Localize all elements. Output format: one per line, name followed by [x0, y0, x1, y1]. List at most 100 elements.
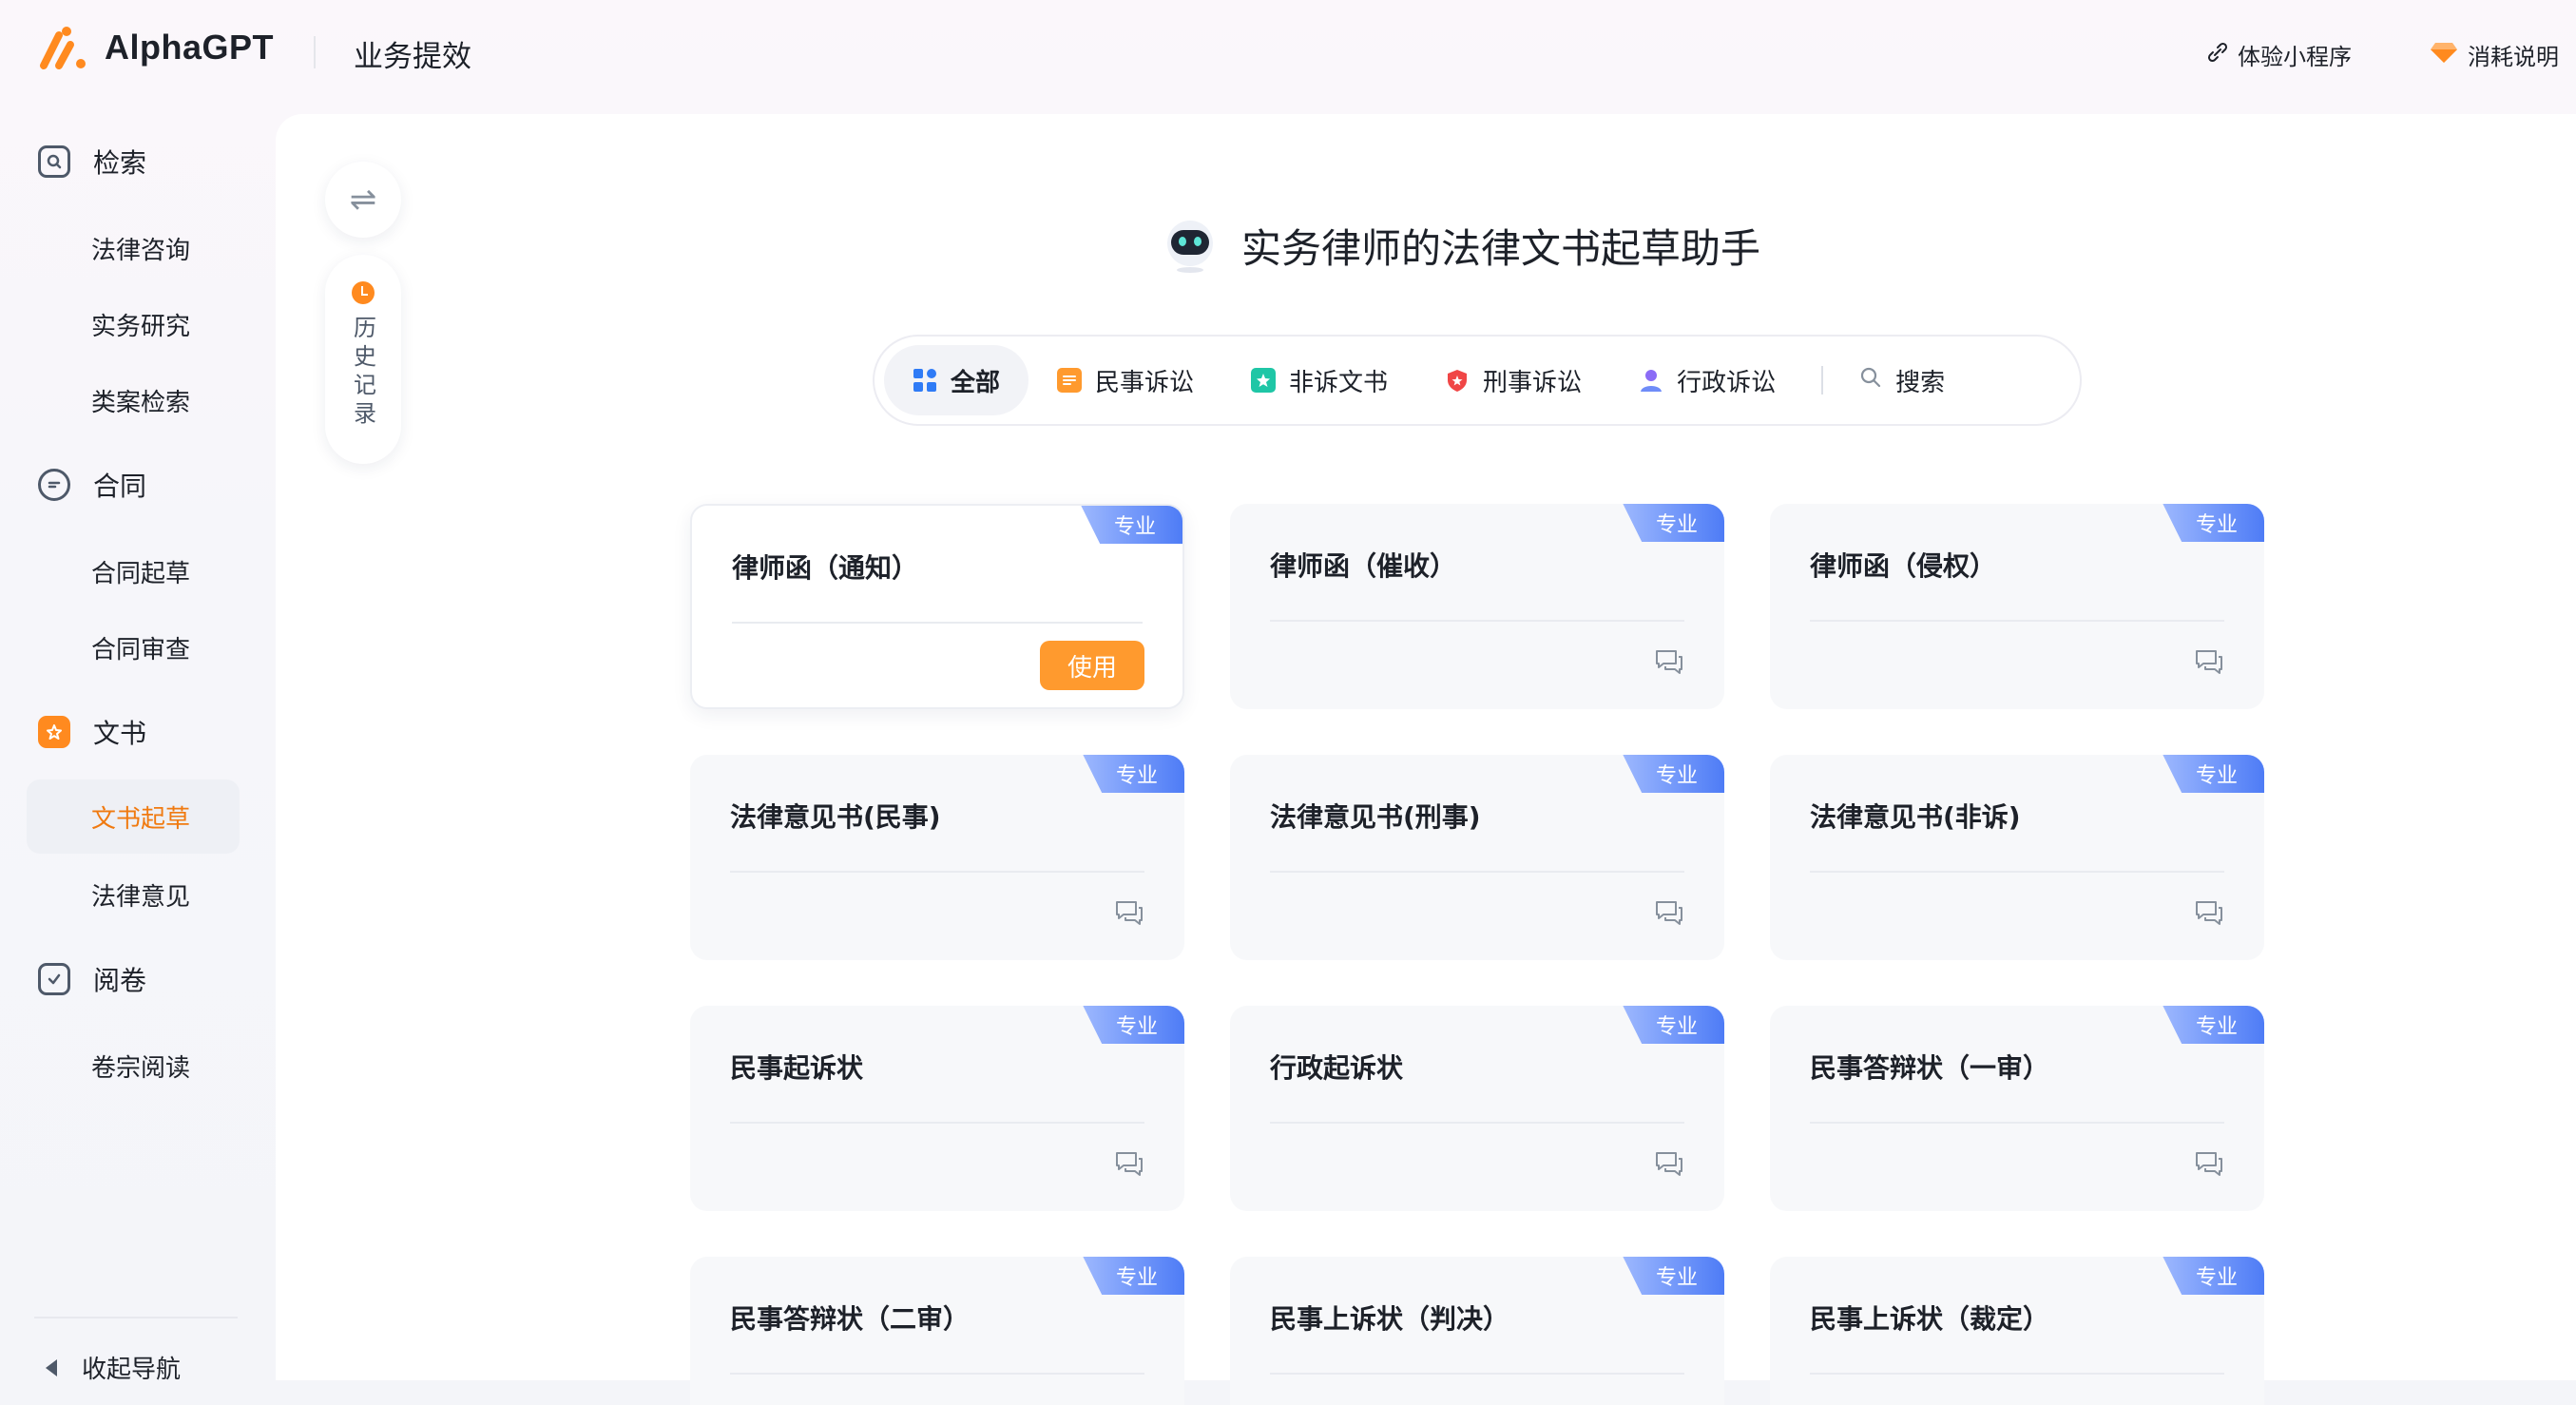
sidebar-item-legal-consult[interactable]: 法律咨询: [27, 211, 240, 285]
template-card[interactable]: 专业 民事起诉状: [690, 1006, 1184, 1211]
robot-avatar-icon: [1160, 215, 1221, 276]
card-title: 民事起诉状: [730, 1052, 864, 1084]
card-title: 民事上诉状（裁定）: [1810, 1303, 2050, 1335]
tab-all[interactable]: 全部: [884, 345, 1029, 415]
pro-badge: 专业: [1083, 1257, 1184, 1295]
star-doc-icon: [38, 716, 70, 748]
template-card[interactable]: 专业 行政起诉状: [1230, 1006, 1724, 1211]
sidebar-item-practice-research[interactable]: 实务研究: [27, 287, 240, 361]
search-label: 搜索: [1895, 368, 1946, 397]
nav-group-contract[interactable]: 合同: [38, 466, 146, 504]
collapse-arrow-icon: [46, 1358, 57, 1376]
chat-icon: [1656, 650, 1682, 674]
sidebar-item-contract-review[interactable]: 合同审查: [27, 610, 240, 684]
pro-badge: 专业: [1083, 1006, 1184, 1044]
card-divider: [1810, 1373, 2224, 1375]
template-card[interactable]: 专业 民事上诉状（判决）: [1230, 1257, 1724, 1405]
document-icon: [1057, 368, 1083, 393]
template-card[interactable]: 专业 民事上诉状（裁定）: [1770, 1257, 2264, 1405]
chat-icon: [2196, 1152, 2222, 1176]
consumption-label: 消耗说明: [2468, 44, 2559, 70]
tab-criminal-litigation[interactable]: 刑事诉讼: [1416, 345, 1610, 415]
top-header: AlphaGPT 业务提效 体验小程序 消耗说明: [0, 0, 2576, 114]
template-card[interactable]: 专业 民事答辩状（一审）: [1770, 1006, 2264, 1211]
search-button[interactable]: 搜索: [1840, 345, 1964, 415]
header-divider: [314, 36, 316, 68]
chat-icon: [1116, 901, 1143, 925]
tab-administrative-litigation[interactable]: 行政诉讼: [1610, 345, 1804, 415]
shield-icon: [1445, 368, 1470, 393]
chat-icon: [2196, 650, 2222, 674]
sidebar-item-doc-draft[interactable]: 文书起草: [27, 779, 240, 854]
consumption-link[interactable]: 消耗说明: [2430, 38, 2559, 71]
star-badge-icon: [1251, 368, 1277, 393]
card-title: 民事上诉状（判决）: [1270, 1303, 1510, 1335]
card-divider: [1270, 871, 1684, 873]
pro-badge: 专业: [1623, 1257, 1724, 1295]
template-card[interactable]: 专业 律师函（通知） 使用: [690, 504, 1184, 709]
history-button[interactable]: 历史记录: [325, 255, 401, 464]
tab-label: 民事诉讼: [1095, 368, 1195, 397]
collapse-nav-button[interactable]: 收起导航: [46, 1350, 181, 1385]
chat-icon: [1656, 1152, 1682, 1176]
pro-badge: 专业: [2163, 755, 2264, 793]
section-title: 业务提效: [354, 40, 471, 74]
card-divider: [1810, 871, 2224, 873]
card-title: 民事答辩状（二审）: [730, 1303, 971, 1335]
pro-badge: 专业: [1623, 755, 1724, 793]
card-title: 律师函（催收）: [1270, 550, 1457, 582]
template-card[interactable]: 专业 民事答辩状（二审）: [690, 1257, 1184, 1405]
sidebar-item-case-search[interactable]: 类案检索: [27, 363, 240, 437]
pro-badge: 专业: [1623, 504, 1724, 542]
checkbox-icon: [38, 963, 70, 995]
tab-civil-litigation[interactable]: 民事诉讼: [1028, 345, 1222, 415]
nav-group-review[interactable]: 阅卷: [38, 960, 146, 998]
sidebar-item-contract-draft[interactable]: 合同起草: [27, 534, 240, 608]
sidebar-item-legal-opinion[interactable]: 法律意见: [27, 857, 240, 932]
search-icon: [1859, 366, 1882, 395]
sidebar-divider: [34, 1317, 238, 1318]
pro-badge: 专业: [2163, 1257, 2264, 1295]
template-card[interactable]: 专业 法律意见书(非诉): [1770, 755, 2264, 960]
card-divider: [1810, 620, 2224, 622]
card-divider: [1270, 1373, 1684, 1375]
grid-icon: [913, 368, 937, 393]
template-card[interactable]: 专业 法律意见书(刑事): [1230, 755, 1724, 960]
hero-title: 实务律师的法律文书起草助手: [1241, 224, 1761, 272]
mini-program-link[interactable]: 体验小程序: [2207, 38, 2352, 71]
nav-group-documents[interactable]: 文书: [38, 713, 146, 751]
brand-logo[interactable]: AlphaGPT: [38, 21, 274, 74]
use-button[interactable]: 使用: [1040, 641, 1144, 690]
search-box-icon: [38, 145, 70, 178]
template-card[interactable]: 专业 律师函（侵权）: [1770, 504, 2264, 709]
card-divider: [732, 622, 1143, 624]
history-label: 历史记录: [349, 316, 376, 430]
card-title: 民事答辩状（一审）: [1810, 1052, 2050, 1084]
tab-label: 非诉文书: [1289, 368, 1389, 397]
card-title: 法律意见书(刑事): [1270, 801, 1481, 833]
tab-non-litigation[interactable]: 非诉文书: [1222, 345, 1416, 415]
swap-icon[interactable]: ⇌: [325, 162, 401, 238]
template-card[interactable]: 专业 法律意见书(民事): [690, 755, 1184, 960]
nav-group-search[interactable]: 检索: [38, 143, 146, 181]
brand-name: AlphaGPT: [105, 28, 275, 67]
pro-badge: 专业: [1081, 506, 1182, 544]
main-panel: ⇌ 历史记录 实务律师的法律文书起草助手 全部 民事诉讼 非诉文书 刑事诉讼 行…: [276, 114, 2576, 1405]
card-title: 律师函（通知）: [732, 552, 919, 584]
pro-badge: 专业: [2163, 1006, 2264, 1044]
filter-separator: [1821, 366, 1824, 395]
sidebar-item-file-reading[interactable]: 卷宗阅读: [27, 1029, 240, 1103]
template-card[interactable]: 专业 律师函（催收）: [1230, 504, 1724, 709]
nav-group-label: 阅卷: [93, 965, 147, 996]
card-divider: [1270, 620, 1684, 622]
card-divider: [730, 871, 1144, 873]
mini-program-label: 体验小程序: [2238, 44, 2352, 70]
nav-group-label: 合同: [93, 471, 147, 502]
card-divider: [730, 1373, 1144, 1375]
hero-heading: 实务律师的法律文书起草助手: [1160, 215, 1760, 276]
chat-icon: [1656, 901, 1682, 925]
card-divider: [730, 1122, 1144, 1124]
nav-group-label: 检索: [93, 147, 147, 179]
card-title: 法律意见书(非诉): [1810, 801, 2021, 833]
chat-icon: [1116, 1152, 1143, 1176]
